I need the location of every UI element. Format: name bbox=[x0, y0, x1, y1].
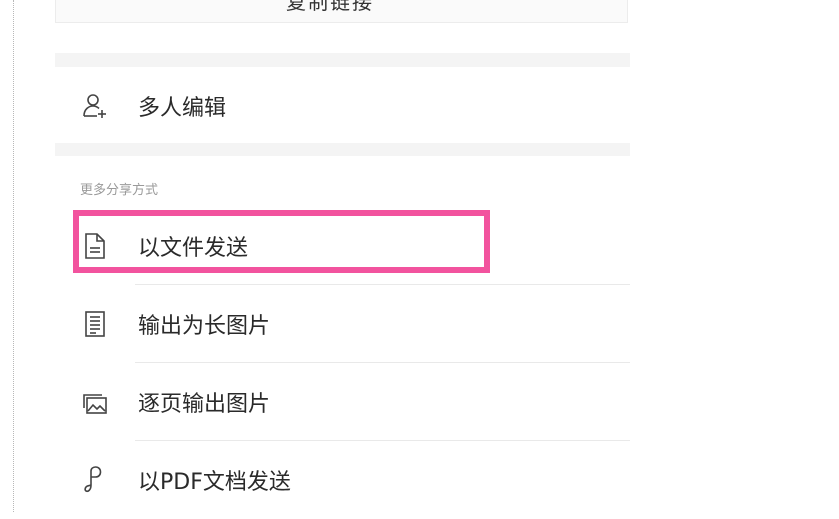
multi-user-edit-label: 多人编辑 bbox=[138, 96, 227, 121]
export-page-images-label: 逐页输出图片 bbox=[138, 392, 271, 417]
section-gap bbox=[55, 143, 630, 156]
send-as-pdf-label: 以PDF文档发送 bbox=[138, 470, 291, 495]
send-as-file-label: 以文件发送 bbox=[138, 236, 249, 261]
top-card[interactable]: 复制链接 bbox=[55, 0, 628, 23]
document-icon bbox=[81, 231, 109, 261]
long-image-icon bbox=[81, 309, 109, 339]
export-long-image-label: 输出为长图片 bbox=[138, 314, 271, 339]
share-panel: 复制链接 多人编辑 更多分享方式 以文件发送 输出为长图片 逐页输出图片 以PD… bbox=[55, 0, 630, 512]
left-dotted-border bbox=[13, 0, 14, 512]
send-as-pdf-item[interactable]: 以PDF文档发送 bbox=[55, 441, 630, 519]
pdf-icon bbox=[81, 465, 109, 495]
export-long-image-item[interactable]: 输出为长图片 bbox=[55, 285, 630, 363]
add-person-icon bbox=[81, 91, 109, 121]
send-as-file-item[interactable]: 以文件发送 bbox=[55, 207, 630, 285]
multi-user-edit-item[interactable]: 多人编辑 bbox=[55, 67, 630, 145]
export-page-images-item[interactable]: 逐页输出图片 bbox=[55, 363, 630, 441]
more-share-title: 更多分享方式 bbox=[80, 183, 159, 198]
top-card-label: 复制链接 bbox=[286, 0, 374, 14]
image-pages-icon bbox=[81, 387, 109, 417]
section-gap bbox=[55, 53, 630, 67]
